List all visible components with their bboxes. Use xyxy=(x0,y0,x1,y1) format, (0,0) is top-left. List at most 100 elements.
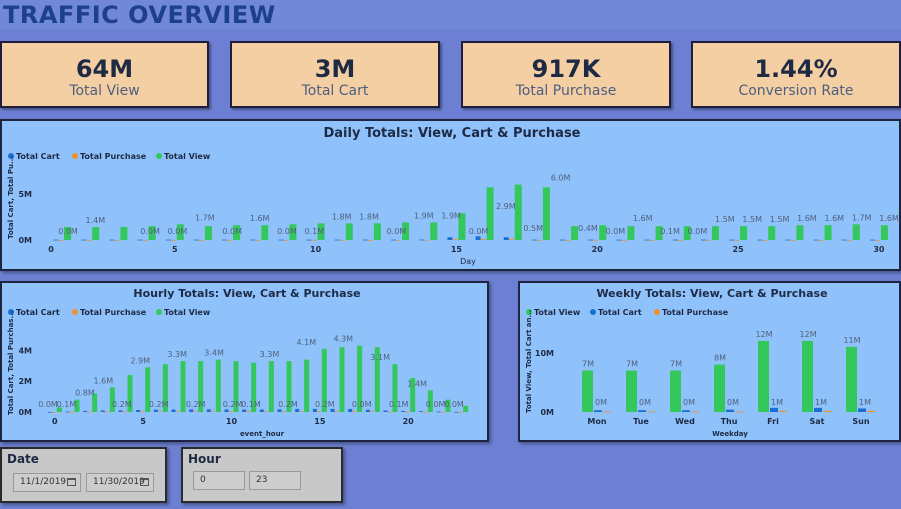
data-label: 1.5M xyxy=(715,215,735,224)
bar-total-purchase xyxy=(142,239,148,241)
bar-total-cart xyxy=(365,409,370,412)
bar-total-cart xyxy=(277,409,282,412)
legend-marker xyxy=(156,309,162,315)
data-label: 1.8M xyxy=(359,212,379,221)
date-start-input[interactable]: 11/1/2019 xyxy=(13,473,81,492)
bar-total-cart xyxy=(81,239,87,241)
hourly-chart-svg: Hourly Totals: View, Cart & Purchase Tota… xyxy=(7,287,469,438)
bar-total-cart xyxy=(814,407,822,412)
bar-total-cart xyxy=(616,239,622,241)
bar-total-cart xyxy=(259,409,264,412)
data-label: 4.1M xyxy=(297,338,317,347)
bar-total-view xyxy=(514,184,522,240)
data-label: 0M xyxy=(639,398,651,407)
data-label: 0.0M xyxy=(426,400,446,409)
legend-marker xyxy=(72,153,78,159)
bar-total-purchase xyxy=(140,411,145,413)
data-label: 0M xyxy=(727,398,739,407)
data-label: 1M xyxy=(859,398,871,407)
date-start-value: 11/1/2019 xyxy=(20,477,67,487)
bar-total-cart xyxy=(588,239,594,241)
bar-total-cart xyxy=(418,411,423,413)
data-label: 0.2M xyxy=(186,400,206,409)
x-tick-label: 25 xyxy=(733,245,745,254)
bar-total-cart xyxy=(153,409,158,412)
bar-total-cart xyxy=(841,239,847,241)
bar-total-purchase xyxy=(114,239,120,241)
bar-total-purchase xyxy=(228,411,233,413)
data-label: 6.0M xyxy=(551,174,571,183)
data-label: 3.3M xyxy=(167,350,187,359)
y-tick-label: 0M xyxy=(540,408,554,417)
bar-total-cart xyxy=(118,410,123,412)
x-tick-label: Thu xyxy=(721,417,738,426)
x-tick-label: Sat xyxy=(810,417,825,426)
bar-total-view xyxy=(768,226,776,240)
data-label: 1.8M xyxy=(332,212,352,221)
kpi-label: Total Cart xyxy=(301,83,369,99)
bar-total-purchase xyxy=(452,239,458,240)
bar-total-purchase xyxy=(87,411,92,413)
data-label: 12M xyxy=(799,330,816,339)
bar-total-cart xyxy=(638,410,646,412)
bar-total-purchase xyxy=(316,411,321,412)
kpi-label: Total View xyxy=(69,83,140,99)
hourly-totals-chart[interactable]: Hourly Totals: View, Cart & Purchase Tota… xyxy=(0,281,489,442)
data-label: 1.4M xyxy=(86,216,106,225)
bar-total-cart xyxy=(189,409,194,412)
data-label: 2.9M xyxy=(496,202,516,211)
weekly-totals-chart[interactable]: Weekly Totals: View, Cart & Purchase Tota… xyxy=(518,281,901,442)
data-label: 11M xyxy=(843,336,860,345)
data-label: 0.0M xyxy=(168,227,188,236)
data-label: 0.1M xyxy=(389,400,409,409)
kpi-card-total-view: 64M Total View xyxy=(0,41,209,108)
bar-total-purchase xyxy=(508,239,514,240)
bar-total-view xyxy=(880,225,888,240)
x-tick-label: 30 xyxy=(873,245,885,254)
x-tick-label: 20 xyxy=(403,417,415,426)
x-axis-label: event_hour xyxy=(240,430,285,438)
legend-label: Total View xyxy=(164,308,211,317)
hour-end-input[interactable]: 23 xyxy=(249,471,301,490)
bar-total-purchase xyxy=(122,411,127,413)
bar-total-purchase xyxy=(762,239,768,241)
data-label: 1.6M xyxy=(797,214,817,223)
bar-total-view xyxy=(430,222,438,240)
x-tick-label: 20 xyxy=(592,245,604,254)
data-label: 1.6M xyxy=(824,214,844,223)
x-tick-label: 10 xyxy=(310,245,322,254)
data-label: 3.4M xyxy=(204,349,224,358)
bar-total-purchase xyxy=(734,239,740,241)
calendar-icon[interactable] xyxy=(67,478,76,486)
bar-total-cart xyxy=(312,408,317,412)
bar-total-cart xyxy=(193,239,199,241)
bar-total-view xyxy=(180,361,186,412)
date-end-input[interactable]: 11/30/2019 xyxy=(86,473,154,492)
data-label: 0.0M xyxy=(688,227,708,236)
bar-total-purchase xyxy=(198,239,204,241)
daily-totals-chart[interactable]: Daily Totals: View, Cart & Purchase Total… xyxy=(0,119,901,271)
bar-total-purchase xyxy=(86,239,92,241)
data-label: 0.0M xyxy=(140,227,160,236)
calendar-icon[interactable] xyxy=(140,478,149,486)
x-tick-label: 15 xyxy=(451,245,463,254)
bar-total-purchase xyxy=(283,239,289,241)
data-label: 1.6M xyxy=(879,214,899,223)
data-label: 1.9M xyxy=(414,211,434,220)
bar-total-purchase xyxy=(387,411,392,413)
bar-total-view xyxy=(261,225,269,240)
data-label: 3.1M xyxy=(370,353,390,362)
data-label: 3.3M xyxy=(260,350,280,359)
bar-total-purchase xyxy=(334,411,339,412)
bar-total-view xyxy=(373,223,381,240)
bar-total-view xyxy=(571,226,579,240)
bar-total-view xyxy=(846,346,857,412)
data-label: 1.7M xyxy=(195,213,215,222)
bar-total-purchase xyxy=(440,411,445,413)
y-axis-label: Total View, Total Cart an... xyxy=(525,310,533,413)
data-label: 1.4M xyxy=(407,379,427,388)
bar-total-purchase xyxy=(69,411,74,413)
data-label: 1.6M xyxy=(250,214,270,223)
bar-total-cart xyxy=(531,239,537,241)
hour-start-input[interactable]: 0 xyxy=(193,471,245,490)
